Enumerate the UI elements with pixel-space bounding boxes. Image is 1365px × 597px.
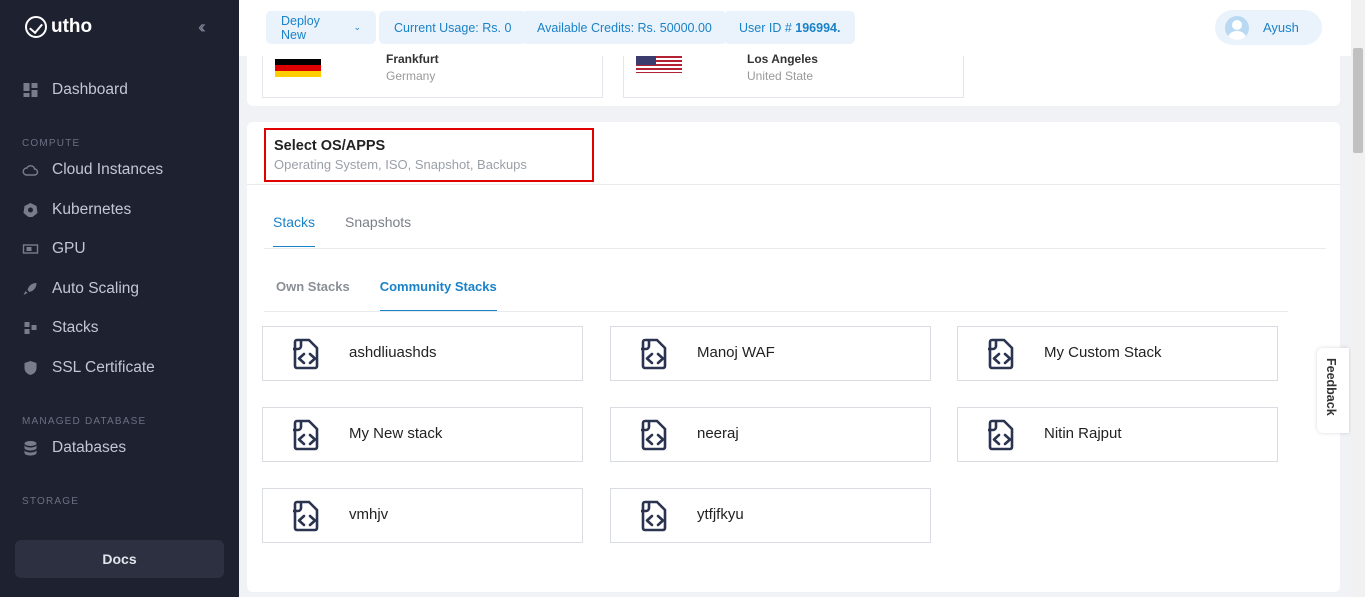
stack-card[interactable]: Manoj WAF xyxy=(610,326,931,381)
code-file-icon xyxy=(641,338,667,370)
user-id-value: 196994. xyxy=(795,20,841,35)
location-country: United State xyxy=(747,69,814,83)
deploy-new-label: Deploy New xyxy=(281,13,320,42)
code-file-icon xyxy=(988,419,1014,451)
stack-name: vmhjv xyxy=(349,506,389,523)
database-icon xyxy=(24,441,37,456)
subtab-divider xyxy=(264,311,1288,312)
logo[interactable]: utho xyxy=(25,16,92,38)
location-country: Germany xyxy=(386,69,436,83)
sidebar-item-gpu[interactable]: GPU xyxy=(22,240,86,258)
stack-name: ashdliuashds xyxy=(349,344,437,361)
tab-divider xyxy=(264,248,1326,249)
current-usage-badge: Current Usage: Rs. 0 xyxy=(379,11,527,44)
sidebar-item-label: Cloud Instances xyxy=(52,161,164,178)
location-city: Frankfurt xyxy=(386,52,439,66)
divider xyxy=(247,184,1340,185)
code-file-icon xyxy=(641,419,667,451)
sidebar-item-label: GPU xyxy=(52,240,86,257)
location-card-los-angeles[interactable]: Los Angeles United State xyxy=(623,52,964,98)
shield-icon xyxy=(24,361,37,375)
sidebar-item-label: Stacks xyxy=(52,319,99,336)
top-bar: Deploy New ⌄ Current Usage: Rs. 0 Availa… xyxy=(239,0,1351,56)
kubernetes-icon xyxy=(23,203,38,217)
double-chevron-left-icon[interactable]: ‹‹ xyxy=(198,17,206,38)
code-file-icon xyxy=(641,500,667,532)
docs-button[interactable]: Docs xyxy=(15,540,224,578)
stack-card[interactable]: My New stack xyxy=(262,407,583,462)
code-file-icon xyxy=(293,338,319,370)
user-id-prefix: User ID # xyxy=(739,20,796,35)
sidebar-item-label: Auto Scaling xyxy=(52,280,140,297)
sidebar-item-stacks[interactable]: Stacks xyxy=(22,319,99,337)
tabs: Stacks Snapshots xyxy=(273,214,411,247)
sidebar-item-ssl-certificate[interactable]: SSL Certificate xyxy=(22,359,155,377)
sidebar-item-label: Kubernetes xyxy=(52,201,132,218)
stack-name: ytfjfkyu xyxy=(697,506,744,523)
sidebar-item-label: Databases xyxy=(52,439,127,456)
sidebar-item-databases[interactable]: Databases xyxy=(22,439,126,457)
feedback-label: Feedback xyxy=(1324,358,1338,416)
stack-card[interactable]: neeraj xyxy=(610,407,931,462)
stack-name: neeraj xyxy=(697,425,739,442)
section-title-storage: STORAGE xyxy=(22,496,80,507)
subtabs: Own Stacks Community Stacks xyxy=(276,279,497,311)
stack-card[interactable]: ashdliuashds xyxy=(262,326,583,381)
sidebar-item-label: SSL Certificate xyxy=(52,359,155,376)
section-title: Select OS/APPS xyxy=(274,138,386,154)
sidebar: utho ‹‹ Dashboard COMPUTE Cloud Instance… xyxy=(0,0,239,597)
usa-flag-icon xyxy=(636,56,682,73)
stack-card[interactable]: My Custom Stack xyxy=(957,326,1278,381)
stack-card[interactable]: Nitin Rajput xyxy=(957,407,1278,462)
location-city: Los Angeles xyxy=(747,52,818,66)
tab-stacks[interactable]: Stacks xyxy=(273,214,316,247)
dashboard-icon xyxy=(23,83,38,97)
section-header: Select OS/APPS Operating System, ISO, Sn… xyxy=(264,128,594,182)
scrollbar-thumb[interactable] xyxy=(1353,48,1363,153)
user-id-badge: User ID # 196994. xyxy=(724,11,856,44)
subtab-own-stacks[interactable]: Own Stacks xyxy=(276,279,350,311)
code-file-icon xyxy=(293,500,319,532)
sidebar-item-cloud-instances[interactable]: Cloud Instances xyxy=(22,161,163,179)
location-panel: Frankfurt Germany Los Angeles United Sta… xyxy=(247,52,1340,106)
logo-icon xyxy=(25,16,47,38)
stack-name: My New stack xyxy=(349,425,443,442)
rocket-icon xyxy=(23,283,37,295)
cloud-icon xyxy=(22,165,39,176)
deploy-new-dropdown[interactable]: Deploy New ⌄ xyxy=(266,11,376,44)
stack-card[interactable]: vmhjv xyxy=(262,488,583,543)
feedback-button[interactable]: Feedback xyxy=(1317,348,1349,433)
sidebar-item-label: Dashboard xyxy=(52,81,128,98)
stacks-icon xyxy=(24,322,37,334)
section-subtitle: Operating System, ISO, Snapshot, Backups xyxy=(274,157,527,172)
logo-text: utho xyxy=(51,16,93,37)
user-name: Ayush xyxy=(1263,20,1299,35)
sidebar-item-dashboard[interactable]: Dashboard xyxy=(22,81,128,99)
code-file-icon xyxy=(988,338,1014,370)
location-card-frankfurt[interactable]: Frankfurt Germany xyxy=(262,52,603,98)
code-file-icon xyxy=(293,419,319,451)
subtab-community-stacks[interactable]: Community Stacks xyxy=(379,279,497,311)
sidebar-item-kubernetes[interactable]: Kubernetes xyxy=(22,201,131,219)
avatar xyxy=(1225,15,1249,40)
stack-name: Nitin Rajput xyxy=(1044,425,1122,442)
available-credits-badge: Available Credits: Rs. 50000.00 xyxy=(522,11,727,44)
user-menu[interactable]: Ayush xyxy=(1215,10,1322,45)
chevron-down-icon: ⌄ xyxy=(353,22,361,32)
gpu-icon xyxy=(22,244,39,254)
sidebar-item-auto-scaling[interactable]: Auto Scaling xyxy=(22,280,139,298)
section-title-compute: COMPUTE xyxy=(22,138,81,149)
stack-card[interactable]: ytfjfkyu xyxy=(610,488,931,543)
scrollbar[interactable] xyxy=(1351,0,1365,597)
os-apps-panel: Select OS/APPS Operating System, ISO, Sn… xyxy=(247,122,1340,592)
section-title-managed-database: MANAGED DATABASE xyxy=(22,416,147,427)
stack-name: My Custom Stack xyxy=(1044,344,1162,361)
tab-snapshots[interactable]: Snapshots xyxy=(345,214,411,247)
stack-name: Manoj WAF xyxy=(697,344,775,361)
germany-flag-icon xyxy=(275,59,321,77)
